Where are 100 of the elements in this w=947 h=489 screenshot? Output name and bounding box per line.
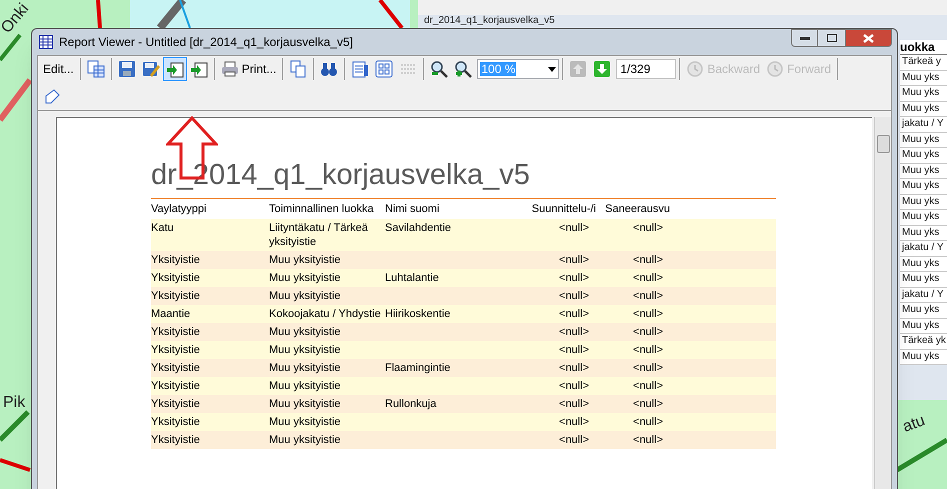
table-cell: Katu xyxy=(151,221,174,235)
toolbar-button[interactable]: Edit... xyxy=(40,57,77,81)
table-cell: <null> xyxy=(633,307,663,321)
magnifier-icon xyxy=(430,60,448,78)
table-cell: <null> xyxy=(559,415,589,429)
table-cell: Muu yks xyxy=(900,148,947,164)
table-cell: <null> xyxy=(633,379,663,393)
table-cell: Yksityistie xyxy=(151,271,200,285)
magnifier-icon xyxy=(454,60,472,78)
table-cell: Luhtalantie xyxy=(385,271,439,285)
table-cell: Muu yksityistie xyxy=(269,253,341,267)
table-cell: <null> xyxy=(559,379,589,393)
maximize-button[interactable] xyxy=(818,29,845,47)
clock-icon xyxy=(766,60,784,78)
binoculars-icon xyxy=(320,60,338,78)
table-cell: Yksityistie xyxy=(151,379,200,393)
table-cell: Muu yks xyxy=(900,256,947,272)
table-cell: Yksityistie xyxy=(151,433,200,447)
close-button[interactable] xyxy=(845,29,892,47)
table-cell: Muu yks xyxy=(900,164,947,179)
table-cell: Rullonkuja xyxy=(385,397,436,411)
road-line xyxy=(0,410,30,442)
map-label: Pik xyxy=(3,394,26,411)
table-cell: <null> xyxy=(633,325,663,339)
maximize-icon xyxy=(826,34,836,42)
table-cell: jakatu / Y xyxy=(900,241,947,256)
column-header: Nimi suomi xyxy=(385,202,440,217)
column-header: Suunnittelu-/i xyxy=(530,202,597,217)
report-title: dr_2014_q1_korjausvelka_v5 xyxy=(151,158,531,192)
table-cell: <null> xyxy=(559,221,589,235)
column-header: Toiminnallinen luokka xyxy=(269,202,375,217)
table-cell: <null> xyxy=(633,289,663,303)
table-cell: Yksityistie xyxy=(151,397,200,411)
table-cell: <null> xyxy=(633,415,663,429)
table-cell: Tärkeä yk xyxy=(900,334,947,350)
table-cell: Yksityistie xyxy=(151,343,200,357)
table-cell: Muu yks xyxy=(900,318,947,334)
table-cell: <null> xyxy=(633,397,663,411)
table-cell: Muu yks xyxy=(900,86,947,102)
table-cell: Muu yks xyxy=(900,272,947,288)
road-line xyxy=(0,78,32,122)
table-cell: Muu yksityistie xyxy=(269,271,341,285)
arrow-document-icon xyxy=(166,60,184,78)
table-copy-icon xyxy=(86,60,105,78)
window-title: Report Viewer - Untitled [dr_2014_q1_korjausvelka_v5] xyxy=(59,34,353,51)
pencil-icon xyxy=(43,88,61,106)
table-cell: Muu yksityistie xyxy=(269,343,341,357)
caret-icon xyxy=(548,66,556,72)
road-line xyxy=(0,458,31,472)
table-cell: Yksityistie xyxy=(151,325,200,339)
background-title: dr_2014_q1_korjausvelka_v5 xyxy=(423,15,556,27)
table-cell: Muu yksityistie xyxy=(269,361,341,375)
arrow-document-icon xyxy=(190,60,208,78)
page-number-field[interactable]: 1/329 xyxy=(616,59,676,79)
table-cell: Muu yksityistie xyxy=(269,433,341,447)
column-header: uokka xyxy=(900,40,947,55)
table-cell: Flaamingintie xyxy=(385,361,450,375)
table-cell: Maantie xyxy=(151,307,190,321)
table-cell: Muu yksityistie xyxy=(269,415,341,429)
table-cell: <null> xyxy=(559,343,589,357)
table-cell: <null> xyxy=(559,325,589,339)
printer-icon xyxy=(220,60,239,78)
table-cell: Muu yks xyxy=(900,350,947,365)
column-header: Saneerausvu xyxy=(604,202,671,217)
road-line xyxy=(0,34,22,62)
table-cell: Muu yks xyxy=(900,210,947,226)
table-cell: Yksityistie xyxy=(151,415,200,429)
close-icon xyxy=(863,34,874,42)
table-cell: <null> xyxy=(633,221,663,235)
toolbar-button[interactable]: Print... xyxy=(218,57,280,81)
table-cell: Muu yksityistie xyxy=(269,397,341,411)
table-cell: Muu yks xyxy=(900,179,947,194)
table-cell: <null> xyxy=(633,433,663,447)
table-cell: jakatu / Y xyxy=(900,288,947,303)
minimize-button[interactable] xyxy=(791,29,818,47)
table-cell: <null> xyxy=(559,433,589,447)
clock-icon xyxy=(686,60,704,78)
toolbar-icon-button[interactable] xyxy=(162,57,187,81)
table-cell: <null> xyxy=(559,271,589,285)
map-label: atu xyxy=(900,412,928,436)
table-cell: Muu yksityistie xyxy=(269,325,341,339)
grid-icon xyxy=(375,60,394,78)
table-cell: <null> xyxy=(559,289,589,303)
table-icon xyxy=(39,35,53,49)
table-cell: Yksityistie xyxy=(151,253,200,267)
scrollbar-thumb[interactable] xyxy=(876,135,890,153)
table-cell: Savilahdentie xyxy=(385,221,452,235)
table-cell: Kokoojakatu / Yhdystie xyxy=(269,307,381,321)
table-cell: Tärkeä y xyxy=(900,55,947,70)
table-cell: Hiirikoskentie xyxy=(385,307,450,321)
minimize-icon xyxy=(800,36,810,40)
document-icon xyxy=(351,60,370,78)
table-cell: Muu yksityistie xyxy=(269,379,341,393)
table-cell: <null> xyxy=(633,271,663,285)
floppy-pencil-icon xyxy=(142,60,160,78)
table-cell: Muu yks xyxy=(900,102,947,117)
copy-icon xyxy=(289,60,308,78)
table-cell: Yksityistie xyxy=(151,289,200,303)
table-cell: Muu yksityistie xyxy=(269,289,341,303)
table-cell: Muu yks xyxy=(900,70,947,86)
